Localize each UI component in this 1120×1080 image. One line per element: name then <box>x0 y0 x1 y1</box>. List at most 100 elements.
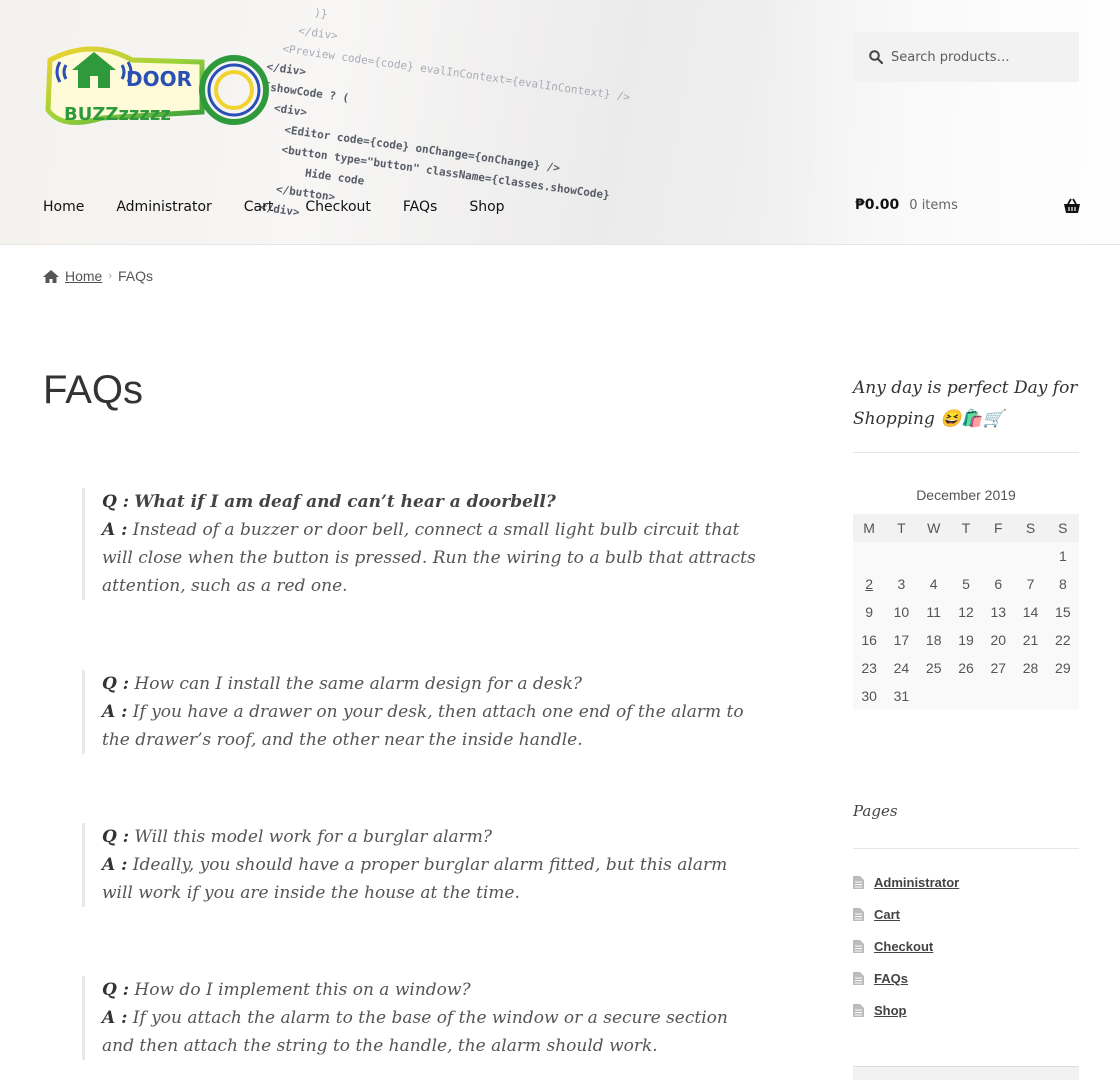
page-title: FAQs <box>43 368 144 412</box>
nav-faqs[interactable]: FAQs <box>403 197 437 217</box>
nav-cart[interactable]: Cart <box>244 197 274 217</box>
page-icon <box>853 971 864 985</box>
calendar-day <box>1014 542 1047 570</box>
calendar-day: 22 <box>1046 626 1079 654</box>
pages-list: Administrator Cart Checkout FAQs Shop <box>853 866 1079 1026</box>
calendar-day: 21 <box>1014 626 1047 654</box>
calendar-day: 9 <box>853 598 886 626</box>
faq-question: How do I implement this on a window? <box>134 980 471 1000</box>
page-link-faqs[interactable]: FAQs <box>874 971 908 986</box>
calendar-day-link[interactable]: 2 <box>865 576 873 592</box>
faq-item: Q : How can I install the same alarm des… <box>82 670 762 754</box>
calendar-day: 16 <box>853 626 886 654</box>
list-item: Administrator <box>853 866 1079 898</box>
header-cart[interactable]: ₱0.00 0 items <box>855 197 1081 213</box>
faq-answer: If you attach the alarm to the base of t… <box>102 1008 728 1056</box>
faq-question: What if I am deaf and can’t hear a doorb… <box>134 492 556 512</box>
calendar-day: 13 <box>982 598 1015 626</box>
calendar-weekday: F <box>982 514 1015 542</box>
calendar-weekday: M <box>853 514 886 542</box>
calendar-day: 19 <box>949 626 983 654</box>
calendar-day: 12 <box>949 598 983 626</box>
logo-text-door: DOOR <box>126 67 192 91</box>
calendar-day: 1 <box>1046 542 1079 570</box>
calendar-day: 25 <box>917 654 950 682</box>
calendar-week: 16 17 18 19 20 21 22 <box>853 626 1079 654</box>
calendar-day <box>1014 682 1047 710</box>
calendar-day: 15 <box>1046 598 1079 626</box>
calendar-day: 27 <box>982 654 1015 682</box>
calendar-day: 11 <box>917 598 950 626</box>
primary-navigation: Home Administrator Cart Checkout FAQs Sh… <box>43 197 537 217</box>
calendar-caption: December 2019 <box>916 487 1016 503</box>
calendar-day: 31 <box>885 682 918 710</box>
calendar-widget: December 2019 MTWTFSS 1 2 3 4 5 6 7 8 9 10 11 12 13 1… <box>853 484 1079 710</box>
page-icon <box>853 1003 864 1017</box>
page-link-checkout[interactable]: Checkout <box>874 939 933 954</box>
faq-answer: If you have a drawer on your desk, then … <box>102 702 744 750</box>
list-item: FAQs <box>853 962 1079 994</box>
nav-administrator[interactable]: Administrator <box>116 197 211 217</box>
calendar-day <box>949 682 983 710</box>
calendar-day[interactable]: 2 <box>853 570 886 598</box>
sidebar-divider <box>853 848 1079 849</box>
list-item: Shop <box>853 994 1079 1026</box>
calendar-day <box>982 682 1015 710</box>
page-icon <box>853 875 864 889</box>
list-item: Cart <box>853 898 1079 930</box>
calendar-day <box>853 542 886 570</box>
page-icon <box>853 939 864 953</box>
page-link-cart[interactable]: Cart <box>874 907 900 922</box>
calendar-day: 26 <box>949 654 983 682</box>
calendar-day: 7 <box>1014 570 1047 598</box>
product-search[interactable] <box>853 32 1079 82</box>
list-item: Checkout <box>853 930 1079 962</box>
sidebar-divider <box>853 452 1079 453</box>
faq-answer: Ideally, you should have a proper burgla… <box>102 855 728 903</box>
calendar-day <box>982 542 1015 570</box>
calendar-weekday: T <box>949 514 983 542</box>
nav-checkout[interactable]: Checkout <box>305 197 371 217</box>
calendar-week: 1 <box>853 542 1079 570</box>
calendar-day <box>885 542 918 570</box>
calendar-weekday: S <box>1014 514 1047 542</box>
calendar-day <box>949 542 983 570</box>
pages-widget-title: Pages <box>853 802 898 820</box>
nav-home[interactable]: Home <box>43 197 84 217</box>
calendar-day: 24 <box>885 654 918 682</box>
page-icon <box>853 907 864 921</box>
breadcrumb-home-link[interactable]: Home <box>65 268 102 284</box>
search-input[interactable] <box>891 49 1071 65</box>
calendar-day: 10 <box>885 598 918 626</box>
calendar-day: 20 <box>982 626 1015 654</box>
cart-count: 0 items <box>909 197 958 213</box>
calendar-day: 3 <box>885 570 918 598</box>
calendar-day <box>917 682 950 710</box>
breadcrumb-separator: › <box>108 270 113 282</box>
calendar-week: 2345678 <box>853 570 1079 598</box>
calendar-day: 8 <box>1046 570 1079 598</box>
faq-item: Q : Will this model work for a burglar a… <box>82 823 762 907</box>
calendar-table: MTWTFSS 1 2 3 4 5 6 7 8 9 10 11 12 13 14 15 16 17 18 19 20 2… <box>853 514 1079 710</box>
calendar-week: 23 24 25 26 27 28 29 <box>853 654 1079 682</box>
cart-amount: ₱0.00 <box>855 197 900 213</box>
page-link-shop[interactable]: Shop <box>874 1003 907 1018</box>
site-logo[interactable]: DOOR BUZZzzzzz <box>42 40 270 140</box>
calendar-day: 5 <box>949 570 983 598</box>
calendar-week: 9 10 11 12 13 14 15 <box>853 598 1079 626</box>
calendar-day: 29 <box>1046 654 1079 682</box>
nav-shop[interactable]: Shop <box>469 197 504 217</box>
site-header: )} </div> <Preview code={code} evalInCon… <box>0 0 1120 245</box>
calendar-day: 14 <box>1014 598 1047 626</box>
faq-question: How can I install the same alarm design … <box>134 674 582 694</box>
page-link-administrator[interactable]: Administrator <box>874 875 959 890</box>
calendar-weekday: W <box>917 514 950 542</box>
calendar-day: 4 <box>917 570 950 598</box>
calendar-day: 18 <box>917 626 950 654</box>
faq-question: Will this model work for a burglar alarm… <box>134 827 493 847</box>
calendar-day: 28 <box>1014 654 1047 682</box>
calendar-day <box>1046 682 1079 710</box>
sidebar-tagline: Any day is perfect Day for Shopping 😆🛍️🛒 <box>853 378 1078 429</box>
calendar-week: 30 31 <box>853 682 1079 710</box>
calendar-day: 30 <box>853 682 886 710</box>
